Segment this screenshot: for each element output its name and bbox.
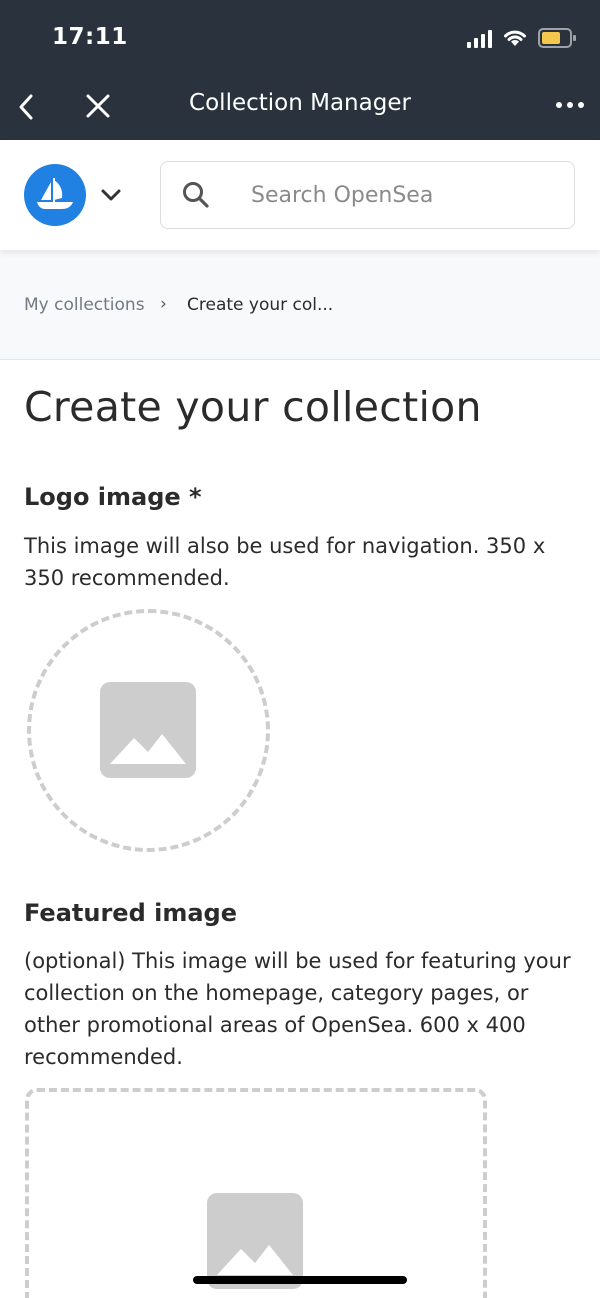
chevron-down-icon bbox=[101, 189, 121, 201]
logo-image-description: This image will also be used for navigat… bbox=[24, 534, 546, 590]
featured-image-label: Featured image bbox=[24, 899, 237, 927]
account-dropdown-button[interactable] bbox=[100, 186, 122, 204]
page-title: Create your collection bbox=[24, 383, 482, 431]
app-top-bar: 17:11 Collection Manager bbox=[0, 0, 600, 140]
featured-image-description: (optional) This image will be used for f… bbox=[24, 949, 571, 1069]
featured-image-upload[interactable] bbox=[25, 1088, 487, 1298]
search-icon bbox=[183, 182, 209, 208]
battery-icon bbox=[538, 28, 576, 48]
breadcrumb-my-collections[interactable]: My collections bbox=[24, 295, 145, 315]
image-placeholder-icon bbox=[100, 682, 196, 778]
image-placeholder-icon bbox=[207, 1193, 303, 1289]
breadcrumb-separator: › bbox=[160, 294, 167, 314]
logo-image-upload[interactable] bbox=[27, 609, 270, 852]
site-header bbox=[0, 140, 600, 250]
search-bar[interactable] bbox=[160, 161, 575, 229]
nav-title: Collection Manager bbox=[189, 90, 411, 116]
breadcrumb-current[interactable]: Create your col... bbox=[187, 295, 333, 315]
logo-image-label: Logo image * bbox=[24, 483, 202, 511]
status-time: 17:11 bbox=[52, 24, 128, 50]
breadcrumb: My collections › Create your col... bbox=[0, 250, 600, 360]
more-options-button[interactable] bbox=[556, 98, 584, 112]
opensea-logo-icon bbox=[37, 178, 73, 209]
home-indicator[interactable] bbox=[193, 1276, 407, 1284]
wifi-icon bbox=[504, 30, 526, 46]
more-horizontal-icon bbox=[556, 102, 562, 108]
opensea-logo-button[interactable] bbox=[24, 164, 86, 226]
signal-icon bbox=[467, 28, 492, 48]
status-icons bbox=[467, 26, 576, 50]
search-input[interactable] bbox=[251, 182, 551, 208]
